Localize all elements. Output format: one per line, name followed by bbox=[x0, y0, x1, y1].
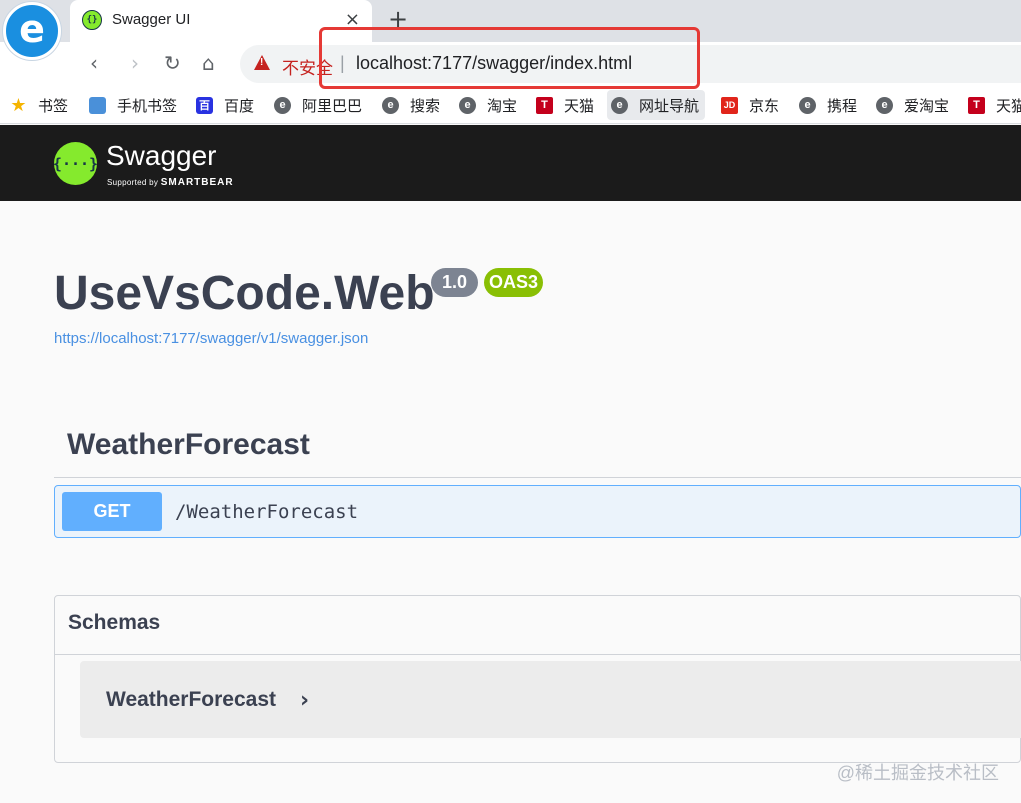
e-icon: e bbox=[382, 96, 399, 114]
schemas-divider bbox=[55, 654, 1021, 655]
operation-path[interactable]: /WeatherForecast bbox=[175, 501, 358, 523]
browser-logo-icon[interactable]: e bbox=[3, 2, 61, 60]
bookmark-item[interactable]: e 携程 bbox=[799, 94, 857, 116]
back-button[interactable]: ‹ bbox=[90, 51, 98, 75]
bookmark-label: 手机书签 bbox=[117, 97, 178, 115]
warning-icon[interactable] bbox=[254, 55, 270, 70]
oas-badge: OAS3 bbox=[484, 268, 543, 297]
swagger-favicon-icon: {} bbox=[82, 10, 102, 30]
bookmark-label: 搜索 bbox=[410, 97, 441, 115]
url-highlight-annotation bbox=[319, 27, 700, 89]
e-icon: e bbox=[799, 96, 816, 114]
bookmark-label: 爱淘宝 bbox=[904, 97, 950, 115]
bookmark-item[interactable]: T 天猫 bbox=[536, 94, 594, 116]
operation-get-weatherforecast[interactable]: GET /WeatherForecast bbox=[54, 485, 1021, 538]
bookmark-label: 天猫 bbox=[996, 97, 1021, 115]
model-weatherforecast[interactable]: WeatherForecast › bbox=[80, 661, 1021, 738]
model-name[interactable]: WeatherForecast bbox=[106, 688, 276, 712]
tag-title[interactable]: WeatherForecast bbox=[67, 428, 310, 462]
bookmark-item[interactable]: e 网址导航 bbox=[607, 90, 706, 120]
api-title: UseVsCode.Web bbox=[54, 267, 435, 320]
swagger-brand[interactable]: Swagger bbox=[106, 140, 217, 172]
supported-by: Supported by SMARTBEAR bbox=[107, 177, 234, 188]
bookmark-label: 阿里巴巴 bbox=[302, 97, 363, 115]
bookmark-item[interactable]: e 爱淘宝 bbox=[876, 94, 949, 116]
bookmark-label: 网址导航 bbox=[639, 97, 700, 115]
schemas-title[interactable]: Schemas bbox=[68, 611, 160, 635]
tmall-icon: T bbox=[968, 96, 985, 114]
bookmark-item[interactable]: 手机书签 bbox=[89, 94, 177, 116]
bookmark-item[interactable]: JD 京东 bbox=[721, 94, 779, 116]
bookmark-item[interactable]: e 阿里巴巴 bbox=[274, 94, 362, 116]
watermark: @稀土掘金技术社区 bbox=[836, 763, 999, 783]
forward-button[interactable]: › bbox=[131, 51, 139, 75]
tab-title: Swagger UI bbox=[112, 11, 191, 28]
bookmark-item[interactable]: ★ 书签 bbox=[10, 94, 68, 116]
schemas-section: Schemas WeatherForecast › bbox=[54, 595, 1021, 763]
company-name: SMARTBEAR bbox=[160, 177, 234, 188]
bookmark-item[interactable]: e 淘宝 bbox=[459, 94, 517, 116]
bookmark-item[interactable]: 百 百度 bbox=[196, 94, 254, 116]
spec-url-link[interactable]: https://localhost:7177/swagger/v1/swagge… bbox=[54, 330, 368, 347]
chevron-right-icon[interactable]: › bbox=[300, 688, 309, 713]
bookmark-label: 百度 bbox=[224, 97, 255, 115]
supported-by-label: Supported by bbox=[107, 178, 159, 187]
method-badge[interactable]: GET bbox=[62, 492, 162, 531]
phone-icon bbox=[89, 96, 106, 114]
e-icon: e bbox=[274, 96, 291, 114]
swagger-logo-icon[interactable]: {···} bbox=[53, 142, 98, 185]
version-badge: 1.0 bbox=[431, 268, 478, 297]
jd-icon: JD bbox=[721, 96, 738, 114]
bookmark-label: 书签 bbox=[38, 97, 69, 115]
bookmark-label: 淘宝 bbox=[487, 97, 518, 115]
tag-divider bbox=[54, 477, 1021, 478]
star-icon: ★ bbox=[10, 94, 27, 115]
e-icon: e bbox=[611, 96, 628, 114]
tmall-icon: T bbox=[536, 96, 553, 114]
bookmark-item[interactable]: e 搜索 bbox=[382, 94, 440, 116]
bookmark-item[interactable]: T 天猫 bbox=[968, 94, 1021, 116]
home-button[interactable]: ⌂ bbox=[202, 51, 215, 75]
e-icon: e bbox=[459, 96, 476, 114]
baidu-icon: 百 bbox=[196, 96, 213, 114]
bookmark-label: 京东 bbox=[749, 97, 780, 115]
bookmark-label: 携程 bbox=[827, 97, 858, 115]
swagger-topbar: {···} Swagger Supported by SMARTBEAR bbox=[0, 125, 1021, 201]
reload-button[interactable]: ↻ bbox=[164, 51, 181, 75]
bookmarks-bar: ★ 书签 手机书签 百 百度 e 阿里巴巴 e 搜索 e 淘宝 T 天猫 e 网… bbox=[0, 86, 1021, 124]
bookmark-label: 天猫 bbox=[564, 97, 595, 115]
e-icon: e bbox=[876, 96, 893, 114]
